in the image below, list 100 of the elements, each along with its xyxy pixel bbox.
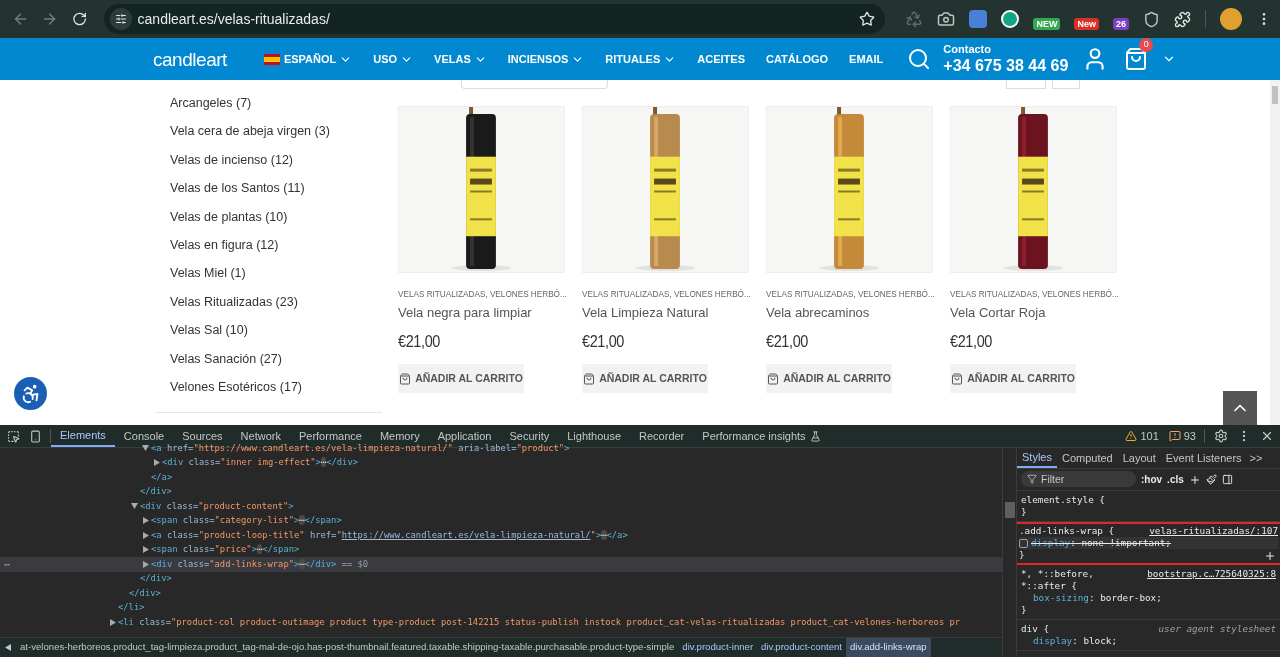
row-menu-icon[interactable]: ⋯: [4, 556, 11, 572]
warning-count[interactable]: 101: [1140, 427, 1159, 445]
category-link[interactable]: Vela cera de abeja virgen (3): [170, 122, 330, 151]
shield-icon[interactable]: [1143, 10, 1160, 28]
tune-icon[interactable]: [114, 13, 127, 25]
new-rule-icon[interactable]: [1188, 473, 1201, 486]
product-title[interactable]: Vela Cortar Roja: [950, 303, 1046, 323]
close-icon[interactable]: [1260, 429, 1274, 443]
nav-menu-item[interactable]: INCIENSOS: [507, 50, 569, 68]
add-property-icon[interactable]: [1264, 550, 1276, 562]
code-line[interactable]: <span class="price">⋯</span>: [151, 543, 300, 557]
styles-tab[interactable]: Event Listeners: [1160, 448, 1247, 468]
category-link[interactable]: Velas de incienso (12): [170, 150, 293, 180]
collapsed-arrow-icon[interactable]: [143, 546, 149, 554]
property-checkbox[interactable]: [1019, 538, 1028, 548]
breadcrumb[interactable]: div.add-links-wrap: [846, 638, 931, 657]
extension-badge[interactable]: New: [1074, 18, 1099, 30]
bag-icon: [951, 372, 964, 385]
rule-source[interactable]: bootstrap.c…725640325:8: [1147, 568, 1276, 580]
code-line[interactable]: </div>: [140, 485, 172, 499]
category-link[interactable]: Velas de plantas (10): [170, 207, 288, 236]
phone-number[interactable]: +34 675 38 44 69: [943, 58, 1069, 74]
nav-menu-item[interactable]: USO: [373, 50, 398, 68]
devtools-tab[interactable]: Elements: [51, 425, 115, 447]
flask-icon[interactable]: [809, 430, 821, 442]
code-line[interactable]: </div>: [140, 572, 172, 586]
sidebar-toggle-icon[interactable]: [1221, 474, 1233, 485]
category-link[interactable]: Velas Ritualizadas (23): [170, 292, 298, 322]
nav-menu-item[interactable]: RITUALES: [605, 50, 661, 68]
devtools-tab[interactable]: Recorder: [630, 425, 694, 447]
collapsed-arrow-icon[interactable]: [143, 517, 149, 525]
issues-count[interactable]: 93: [1183, 427, 1196, 445]
rule-source: user agent stylesheet: [1158, 623, 1276, 635]
code-line[interactable]: <li class="product-col product-outimage product type-product post-142215 status-publish instock product_cat-velas-ritualizadas product_cat-velones-herboreos pr: [118, 615, 961, 629]
site-info-button[interactable]: [109, 8, 132, 30]
code-line[interactable]: <a href="https://www.candleart.es/vela-limpieza-natural/" aria-label="product">: [151, 441, 570, 455]
cart-icon[interactable]: [1124, 47, 1149, 71]
collapsed-arrow-icon[interactable]: [110, 618, 116, 626]
category-link[interactable]: Velones Esotéricos (17): [170, 377, 302, 407]
css-declaration[interactable]: display: block;: [1033, 635, 1117, 647]
language-menu[interactable]: ESPAÑOL: [283, 50, 337, 68]
reload-icon[interactable]: [72, 11, 88, 27]
nav-menu-item[interactable]: ACEITES: [697, 50, 745, 68]
nav-menu-item[interactable]: EMAIL: [849, 50, 884, 68]
add-to-cart-button[interactable]: AÑADIR AL CARRITO: [582, 364, 708, 394]
paint-icon[interactable]: [1205, 474, 1217, 485]
styles-tab[interactable]: Layout: [1117, 448, 1161, 468]
filter-field[interactable]: Filter: [1021, 471, 1136, 488]
settings-icon[interactable]: [1214, 429, 1228, 443]
breadcrumb[interactable]: div.product-content: [757, 638, 846, 657]
rule-source[interactable]: velas-ritualizadas/:107: [1149, 525, 1278, 537]
category-link[interactable]: Arcangeles (7): [170, 94, 252, 123]
code-line[interactable]: <a class="product-loop-title" href="https://www.candleart.es/vela-limpieza-natural/">⋯</a>: [151, 528, 628, 542]
more-tabs-button[interactable]: >>: [1246, 449, 1266, 467]
extension-badge[interactable]: 26: [1113, 18, 1129, 30]
inspect-icon[interactable]: [7, 429, 20, 443]
css-declaration[interactable]: box-sizing: border-box;: [1033, 592, 1162, 604]
collapsed-arrow-icon[interactable]: [154, 459, 160, 467]
search-icon[interactable]: [907, 47, 932, 71]
expanded-arrow-icon[interactable]: [131, 503, 138, 510]
expanded-arrow-icon[interactable]: [142, 445, 149, 452]
code-line[interactable]: </a>: [151, 470, 173, 484]
category-link[interactable]: Velas Miel (1): [170, 264, 246, 293]
camera-icon[interactable]: [937, 10, 956, 28]
nav-menu-item[interactable]: CATÁLOGO: [766, 50, 829, 68]
cls-toggle[interactable]: .cls: [1167, 472, 1184, 487]
code-line[interactable]: </div>: [129, 586, 161, 600]
view-toggle-button[interactable]: [1052, 80, 1080, 89]
category-link[interactable]: Velas en figura (12): [170, 235, 279, 265]
product-title[interactable]: Vela abrecaminos: [766, 303, 870, 323]
code-line[interactable]: <div class="product-content">: [140, 499, 294, 513]
code-line[interactable]: <div class="add-links-wrap">⋯</div> == $0: [151, 557, 369, 571]
bookmark-star-icon[interactable]: [859, 11, 876, 27]
extensions-icon[interactable]: [1174, 10, 1191, 28]
add-to-cart-button[interactable]: AÑADIR AL CARRITO: [950, 364, 1076, 394]
device-toolbar-icon[interactable]: [29, 429, 42, 443]
hov-toggle[interactable]: :hov: [1141, 472, 1163, 487]
collapsed-arrow-icon[interactable]: [143, 531, 149, 539]
category-link[interactable]: Velas de los Santos (11): [170, 179, 305, 208]
breadcrumb[interactable]: at-velones-herboreos.product_tag-limpieza.product_tag-mal-de-ojo.has-post-thumbnail.featured.taxable.shipping-taxable.purchasable.product-type-simple: [16, 638, 679, 657]
address-bar[interactable]: candleart.es/velas-ritualizadas/: [103, 4, 886, 34]
product-title[interactable]: Vela Limpieza Natural: [582, 303, 709, 323]
styles-tab[interactable]: Computed: [1056, 448, 1118, 468]
add-to-cart-button[interactable]: AÑADIR AL CARRITO: [398, 364, 524, 394]
code-line[interactable]: </li>: [118, 601, 145, 615]
breadcrumb[interactable]: div.product-inner: [678, 638, 758, 657]
styles-tab[interactable]: Styles: [1017, 448, 1057, 468]
category-link[interactable]: Velas Sal (10): [170, 321, 248, 350]
product-title[interactable]: Vela negra para limpiar: [398, 303, 532, 323]
code-line[interactable]: <div class="inner img-effect">⋯</div>: [162, 456, 358, 470]
collapsed-arrow-icon[interactable]: [143, 560, 149, 568]
view-toggle-button[interactable]: [1006, 80, 1046, 89]
category-link[interactable]: Velas Sanación (27): [170, 349, 282, 378]
profile-avatar[interactable]: [1220, 8, 1242, 30]
nav-menu-item[interactable]: VELAS: [434, 50, 471, 68]
scroll-left-icon[interactable]: [5, 644, 11, 651]
code-line[interactable]: <span class="category-list">⋯</span>: [151, 514, 342, 528]
devtools-tab[interactable]: Performance insights: [693, 425, 815, 447]
add-to-cart-button[interactable]: AÑADIR AL CARRITO: [766, 364, 892, 394]
recycle-icon[interactable]: [905, 10, 924, 28]
